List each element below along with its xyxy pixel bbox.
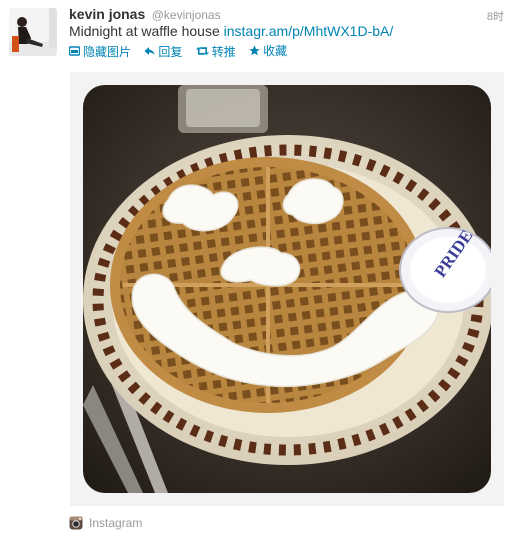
tweet-timestamp[interactable]: 8时 — [487, 8, 504, 24]
image-icon — [69, 46, 80, 56]
retweet-button[interactable]: 转推 — [195, 43, 236, 60]
avatar[interactable] — [9, 8, 57, 56]
tweet-link[interactable]: instagr.am/p/MhtWX1D-bA/ — [224, 23, 394, 39]
tweet-source[interactable]: Instagram — [69, 516, 142, 530]
hide-image-label: 隐藏图片 — [83, 44, 132, 59]
reply-icon — [144, 46, 155, 56]
retweet-icon — [195, 46, 209, 56]
source-label[interactable]: Instagram — [89, 516, 142, 530]
tweet-actions: 隐藏图片 回复 转推 收藏 — [69, 42, 297, 60]
tweet-author[interactable]: kevin jonas @kevinjonas — [69, 6, 221, 24]
tweet-body: Midnight at waffle house — [69, 23, 220, 39]
waffle-photo[interactable]: PRIDE — [83, 85, 491, 493]
author-handle[interactable]: @kevinjonas — [152, 8, 221, 22]
retweet-label: 转推 — [211, 44, 236, 59]
reply-button[interactable]: 回复 — [144, 43, 182, 60]
tweet-media[interactable]: PRIDE — [70, 72, 504, 506]
instagram-icon — [69, 516, 83, 530]
reply-label: 回复 — [158, 44, 183, 59]
author-name[interactable]: kevin jonas — [69, 6, 145, 22]
favorite-button[interactable]: 收藏 — [249, 42, 287, 59]
star-icon — [249, 45, 260, 56]
hide-image-button[interactable]: 隐藏图片 — [69, 43, 131, 60]
favorite-label: 收藏 — [263, 44, 288, 58]
tweet-text: Midnight at waffle house instagr.am/p/Mh… — [69, 23, 393, 39]
